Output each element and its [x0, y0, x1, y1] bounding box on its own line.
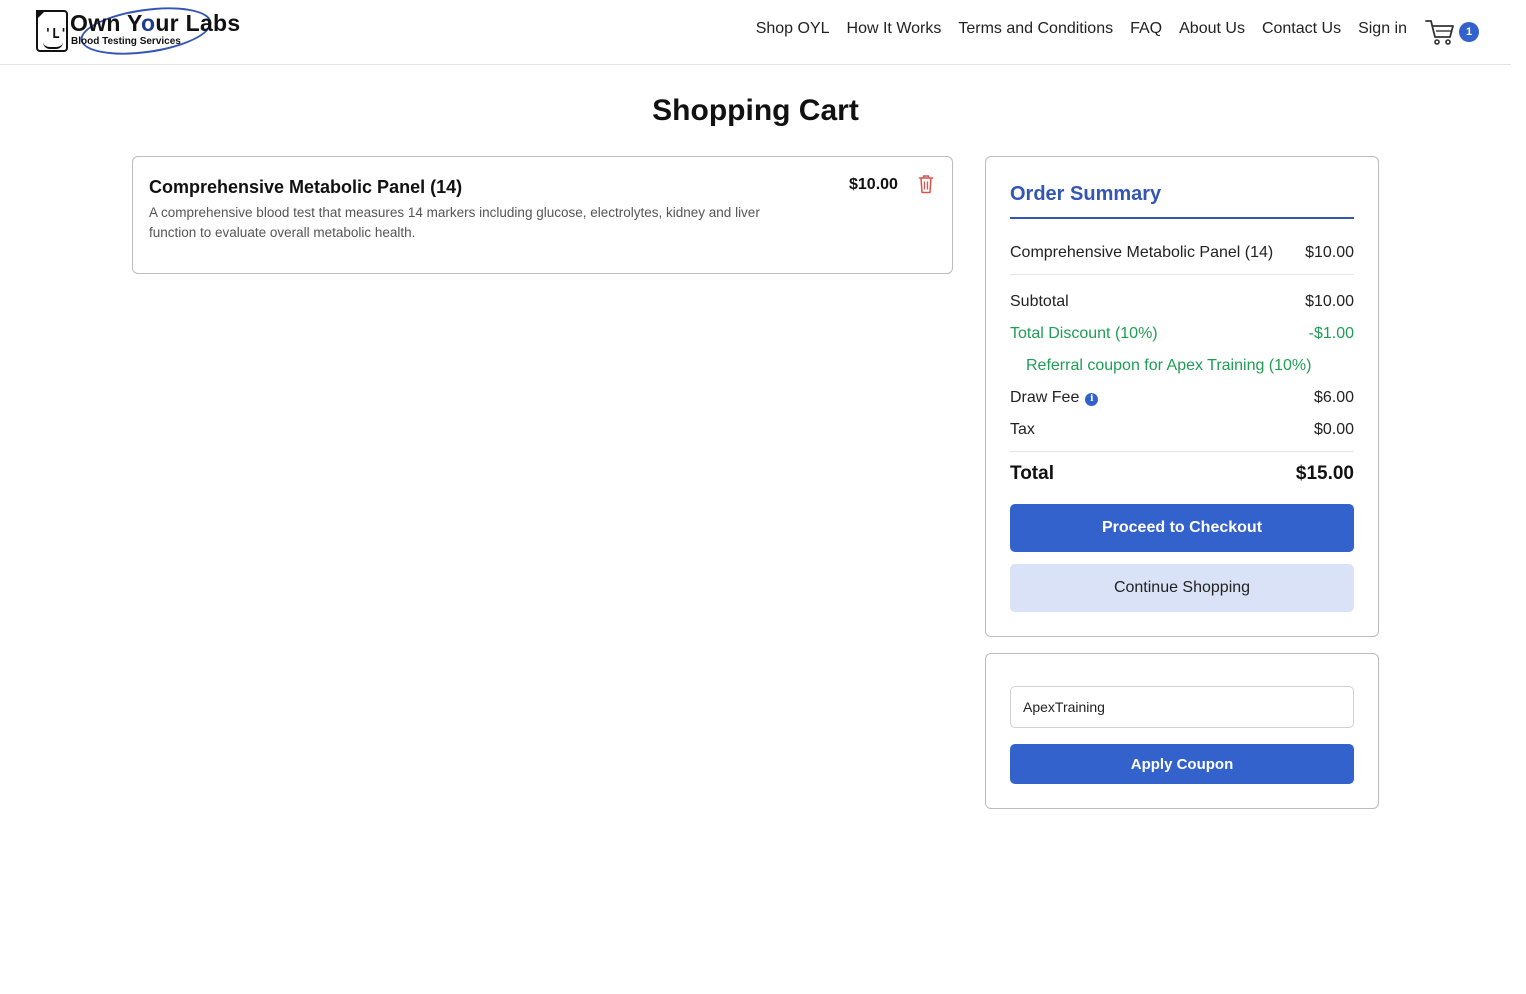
- main-nav: Shop OYL How It Works Terms and Conditio…: [756, 20, 1407, 38]
- trash-icon[interactable]: [918, 174, 934, 194]
- cart-item-name: Comprehensive Metabolic Panel (14): [149, 177, 463, 197]
- proceed-to-checkout-button[interactable]: Proceed to Checkout: [1010, 504, 1354, 552]
- total-label: Total: [1010, 463, 1054, 484]
- cart-count-badge: 1: [1459, 22, 1479, 42]
- discount-value: -$1.00: [1308, 325, 1354, 342]
- cart-item-price: $10.00: [849, 176, 898, 193]
- logo-document-icon: 'L': [36, 10, 68, 52]
- order-summary-underline: [1010, 217, 1354, 219]
- nav-sign-in[interactable]: Sign in: [1358, 20, 1407, 38]
- summary-divider: [1010, 451, 1354, 452]
- discount-label: Total Discount (10%): [1010, 325, 1158, 342]
- site-header: 'L' Own Your Labs Blood Testing Services…: [0, 0, 1511, 65]
- nav-about-us[interactable]: About Us: [1179, 20, 1245, 38]
- logo-title: Own Your Labs: [70, 10, 241, 36]
- order-summary-title: Order Summary: [1010, 183, 1162, 205]
- apply-coupon-button[interactable]: Apply Coupon: [1010, 744, 1354, 784]
- nav-contact-us[interactable]: Contact Us: [1262, 20, 1341, 38]
- nav-faq[interactable]: FAQ: [1130, 20, 1162, 38]
- total-value: $15.00: [1295, 463, 1354, 484]
- logo-tagline: Blood Testing Services: [71, 36, 181, 47]
- cart-button[interactable]: 1: [1424, 17, 1484, 47]
- summary-subtotal: Subtotal $10.00: [1010, 293, 1354, 311]
- summary-total: Total $15.00: [1010, 463, 1354, 485]
- subtotal-value: $10.00: [1305, 293, 1354, 310]
- summary-line-item-name: Comprehensive Metabolic Panel (14): [1010, 244, 1274, 261]
- applied-coupon-note: Referral coupon for Apex Training (10%): [1026, 357, 1312, 374]
- page-title: Shopping Cart: [652, 94, 859, 127]
- tax-label: Tax: [1010, 421, 1035, 438]
- summary-line-item: Comprehensive Metabolic Panel (14) $10.0…: [1010, 244, 1354, 262]
- draw-fee-value: $6.00: [1313, 389, 1354, 406]
- summary-tax: Tax $0.00: [1010, 421, 1354, 439]
- cart-item-description: A comprehensive blood test that measures…: [149, 205, 760, 240]
- info-icon[interactable]: i: [1085, 393, 1099, 406]
- summary-draw-fee: Draw Fee i $6.00: [1010, 389, 1354, 407]
- nav-terms[interactable]: Terms and Conditions: [958, 20, 1113, 38]
- summary-divider: [1010, 274, 1354, 275]
- order-summary: Order Summary Comprehensive Metabolic Pa…: [985, 156, 1379, 637]
- nav-shop-oyl[interactable]: Shop OYL: [756, 20, 830, 38]
- continue-shopping-button[interactable]: Continue Shopping: [1010, 564, 1354, 612]
- subtotal-label: Subtotal: [1010, 293, 1069, 310]
- nav-how-it-works[interactable]: How It Works: [847, 20, 942, 38]
- site-logo[interactable]: 'L' Own Your Labs Blood Testing Services: [34, 0, 240, 62]
- summary-discount: Total Discount (10%) -$1.00: [1010, 325, 1354, 343]
- summary-line-item-price: $10.00: [1305, 244, 1354, 261]
- tax-value: $0.00: [1313, 421, 1354, 438]
- shopping-cart-icon: [1425, 20, 1454, 45]
- coupon-panel: Apply Coupon: [985, 653, 1379, 809]
- coupon-code-input[interactable]: [1010, 686, 1354, 728]
- cart-item: Comprehensive Metabolic Panel (14) A com…: [132, 156, 953, 274]
- draw-fee-label: Draw Fee: [1010, 389, 1080, 406]
